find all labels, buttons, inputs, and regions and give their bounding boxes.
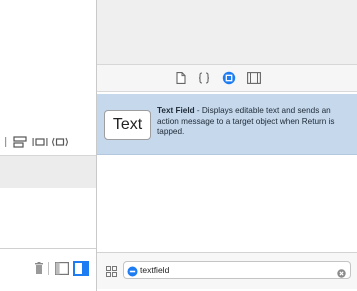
resolve-icon[interactable]: [52, 135, 68, 149]
editor-area: [0, 0, 96, 291]
editor-status-band: [0, 155, 96, 188]
inspector-pane: [97, 0, 357, 65]
filter-input[interactable]: [140, 262, 320, 278]
utility-area: Text Text Field - Displays editable text…: [97, 0, 357, 291]
align-icon[interactable]: [12, 135, 28, 149]
toggle-panel-icon[interactable]: [73, 261, 89, 281]
media-icon[interactable]: [246, 70, 262, 86]
file-icon[interactable]: [173, 70, 189, 86]
divider: [0, 248, 96, 249]
editor-bottom-bar: [0, 252, 96, 288]
filter-field[interactable]: [123, 261, 351, 279]
pin-icon[interactable]: [32, 135, 48, 149]
trash-icon[interactable]: [34, 262, 44, 280]
separator-icon: [48, 262, 50, 280]
object-library-icon[interactable]: [221, 70, 237, 86]
separator-icon: [2, 135, 10, 149]
text-field-thumbnail: Text: [104, 110, 151, 140]
split-view-icon[interactable]: [55, 262, 70, 280]
filter-options-icon[interactable]: [127, 264, 138, 282]
library-filter-bar: [97, 252, 357, 289]
editor-toolbar: [0, 135, 96, 151]
library-item-description: Text Field - Displays editable text and …: [157, 106, 352, 138]
library-item-title: Text Field: [157, 106, 195, 115]
braces-icon[interactable]: [196, 70, 212, 86]
library-item-text-field[interactable]: Text Text Field - Displays editable text…: [97, 94, 357, 155]
grid-view-icon[interactable]: [106, 264, 117, 282]
library-selector-bar: [97, 65, 357, 92]
clear-filter-icon[interactable]: [337, 265, 346, 283]
